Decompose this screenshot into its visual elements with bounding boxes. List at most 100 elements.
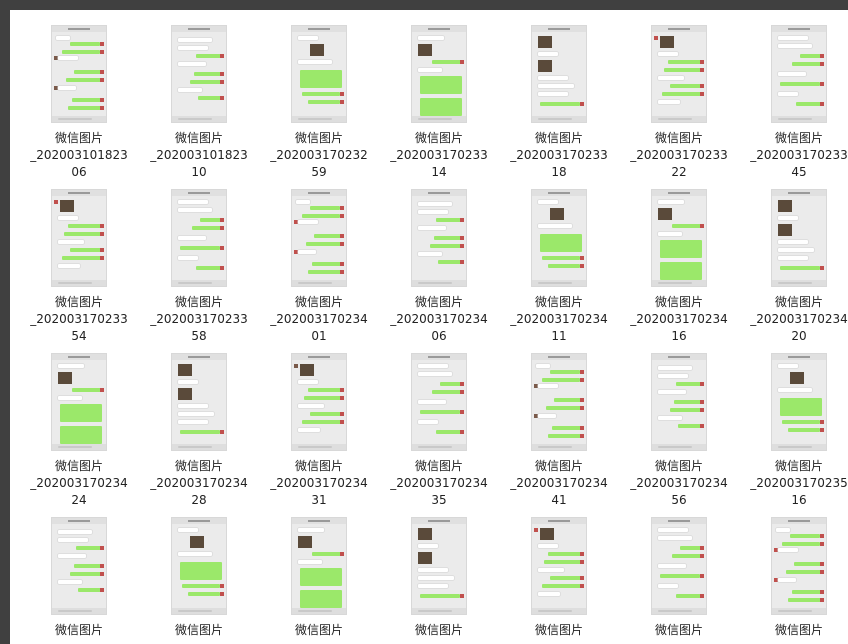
- chat-screenshot-thumbnail-icon: [532, 26, 586, 122]
- file-name-line: _202003170235: [750, 476, 848, 490]
- file-item[interactable]: 微信图片: [381, 512, 497, 644]
- file-name-line: _202003170234: [510, 476, 608, 490]
- file-name-line: _202003170233: [30, 312, 128, 326]
- chat-screenshot-thumbnail-icon: [172, 26, 226, 122]
- file-name-label: 微信图片 _202003170233 54: [21, 294, 137, 345]
- file-name-line: 45: [791, 165, 807, 179]
- file-name-line: 微信图片: [294, 295, 343, 309]
- file-name-label: 微信图片: [621, 622, 737, 639]
- file-name-label: 微信图片 _202003170235 16: [741, 458, 848, 509]
- file-item[interactable]: 微信图片 _202003101823 06: [21, 20, 137, 180]
- chat-screenshot-thumbnail-icon: [412, 518, 466, 614]
- file-name-line: 11: [551, 329, 567, 343]
- file-name-label: 微信图片 _202003170233 22: [621, 130, 737, 181]
- file-name-line: 微信图片: [294, 459, 343, 473]
- file-item[interactable]: 微信图片 _202003170234 20: [741, 184, 848, 344]
- file-name-label: 微信图片 _202003170234 41: [501, 458, 617, 509]
- file-name-line: 微信图片: [414, 131, 463, 145]
- file-name-line: 56: [671, 493, 687, 507]
- file-name-line: _202003170234: [630, 312, 728, 326]
- file-item[interactable]: 微信图片: [21, 512, 137, 644]
- file-item[interactable]: 微信图片 _202003170234 24: [21, 348, 137, 508]
- file-name-line: 微信图片: [174, 131, 223, 145]
- file-item[interactable]: 微信图片: [741, 512, 848, 644]
- file-item[interactable]: 微信图片 _202003170233 14: [381, 20, 497, 180]
- file-name-line: 微信图片: [54, 131, 103, 145]
- file-name-label: 微信图片 _202003170234 35: [381, 458, 497, 509]
- file-item[interactable]: 微信图片 _202003170234 06: [381, 184, 497, 344]
- file-item[interactable]: 微信图片 _202003170234 16: [621, 184, 737, 344]
- file-name-line: _202003170233: [630, 148, 728, 162]
- file-item[interactable]: 微信图片 _202003170233 22: [621, 20, 737, 180]
- file-name-label: 微信图片 _202003170234 24: [21, 458, 137, 509]
- file-name-line: 微信图片: [294, 131, 343, 145]
- file-name-line: 微信图片: [654, 131, 703, 145]
- file-name-line: _202003170233: [390, 148, 488, 162]
- file-view-panel: 微信图片 _202003101823 06 微信图片 _202003101823 10 微信…: [10, 10, 848, 644]
- chat-screenshot-thumbnail-icon: [652, 26, 706, 122]
- file-item[interactable]: 微信图片: [501, 512, 617, 644]
- file-name-line: 20: [791, 329, 807, 343]
- file-name-line: _202003170233: [510, 148, 608, 162]
- file-item[interactable]: 微信图片 _202003101823 10: [141, 20, 257, 180]
- chat-screenshot-thumbnail-icon: [532, 190, 586, 286]
- file-item[interactable]: 微信图片 _202003170234 41: [501, 348, 617, 508]
- file-name-line: 01: [311, 329, 327, 343]
- chat-screenshot-thumbnail-icon: [412, 190, 466, 286]
- file-name-line: 微信图片: [654, 295, 703, 309]
- file-name-label: 微信图片 _202003170234 31: [261, 458, 377, 509]
- file-item[interactable]: 微信图片 _202003170234 11: [501, 184, 617, 344]
- file-item[interactable]: 微信图片 _202003170233 45: [741, 20, 848, 180]
- file-item[interactable]: 微信图片 _202003170234 56: [621, 348, 737, 508]
- chat-screenshot-thumbnail-icon: [772, 26, 826, 122]
- chat-screenshot-thumbnail-icon: [52, 354, 106, 450]
- file-name-line: 微信图片: [534, 131, 583, 145]
- file-item[interactable]: 微信图片: [621, 512, 737, 644]
- chat-screenshot-thumbnail-icon: [772, 354, 826, 450]
- file-name-line: 微信图片: [294, 623, 343, 637]
- chat-screenshot-thumbnail-icon: [292, 26, 346, 122]
- file-item[interactable]: 微信图片 _202003170233 58: [141, 184, 257, 344]
- file-name-line: 微信图片: [54, 623, 103, 637]
- file-item[interactable]: 微信图片 _202003170234 01: [261, 184, 377, 344]
- file-name-label: 微信图片: [261, 622, 377, 639]
- file-name-line: 微信图片: [534, 295, 583, 309]
- file-name-label: 微信图片: [21, 622, 137, 639]
- file-name-line: 微信图片: [174, 623, 223, 637]
- file-item[interactable]: 微信图片 _202003170233 18: [501, 20, 617, 180]
- file-name-label: 微信图片: [501, 622, 617, 639]
- file-name-line: 微信图片: [774, 295, 823, 309]
- file-name-line: 微信图片: [414, 295, 463, 309]
- file-name-line: 微信图片: [654, 623, 703, 637]
- file-item[interactable]: 微信图片 _202003170234 35: [381, 348, 497, 508]
- file-name-line: _202003170234: [750, 312, 848, 326]
- file-name-line: _202003170234: [390, 312, 488, 326]
- chat-screenshot-thumbnail-icon: [172, 518, 226, 614]
- chat-screenshot-thumbnail-icon: [772, 518, 826, 614]
- file-name-line: 微信图片: [774, 459, 823, 473]
- file-item[interactable]: 微信图片 _202003170234 28: [141, 348, 257, 508]
- file-name-label: 微信图片 _202003170233 14: [381, 130, 497, 181]
- chat-screenshot-thumbnail-icon: [772, 190, 826, 286]
- file-name-label: 微信图片 _202003170234 56: [621, 458, 737, 509]
- file-name-line: 31: [311, 493, 327, 507]
- file-item[interactable]: 微信图片: [261, 512, 377, 644]
- file-name-label: 微信图片 _202003170234 20: [741, 294, 848, 345]
- file-item[interactable]: 微信图片 _202003170234 31: [261, 348, 377, 508]
- file-name-line: 16: [791, 493, 807, 507]
- chat-screenshot-thumbnail-icon: [652, 354, 706, 450]
- file-name-line: 06: [71, 165, 87, 179]
- file-item[interactable]: 微信图片 _202003170232 59: [261, 20, 377, 180]
- file-name-label: 微信图片 _202003170232 59: [261, 130, 377, 181]
- file-name-line: 18: [551, 165, 567, 179]
- chat-screenshot-thumbnail-icon: [532, 518, 586, 614]
- file-item[interactable]: 微信图片 _202003170233 54: [21, 184, 137, 344]
- file-name-line: 22: [671, 165, 687, 179]
- chat-screenshot-thumbnail-icon: [292, 190, 346, 286]
- file-name-line: 微信图片: [174, 295, 223, 309]
- file-item[interactable]: 微信图片 _202003170235 16: [741, 348, 848, 508]
- file-item[interactable]: 微信图片: [141, 512, 257, 644]
- file-name-label: 微信图片 _202003101823 10: [141, 130, 257, 181]
- file-name-line: 微信图片: [54, 459, 103, 473]
- file-name-line: _202003170233: [750, 148, 848, 162]
